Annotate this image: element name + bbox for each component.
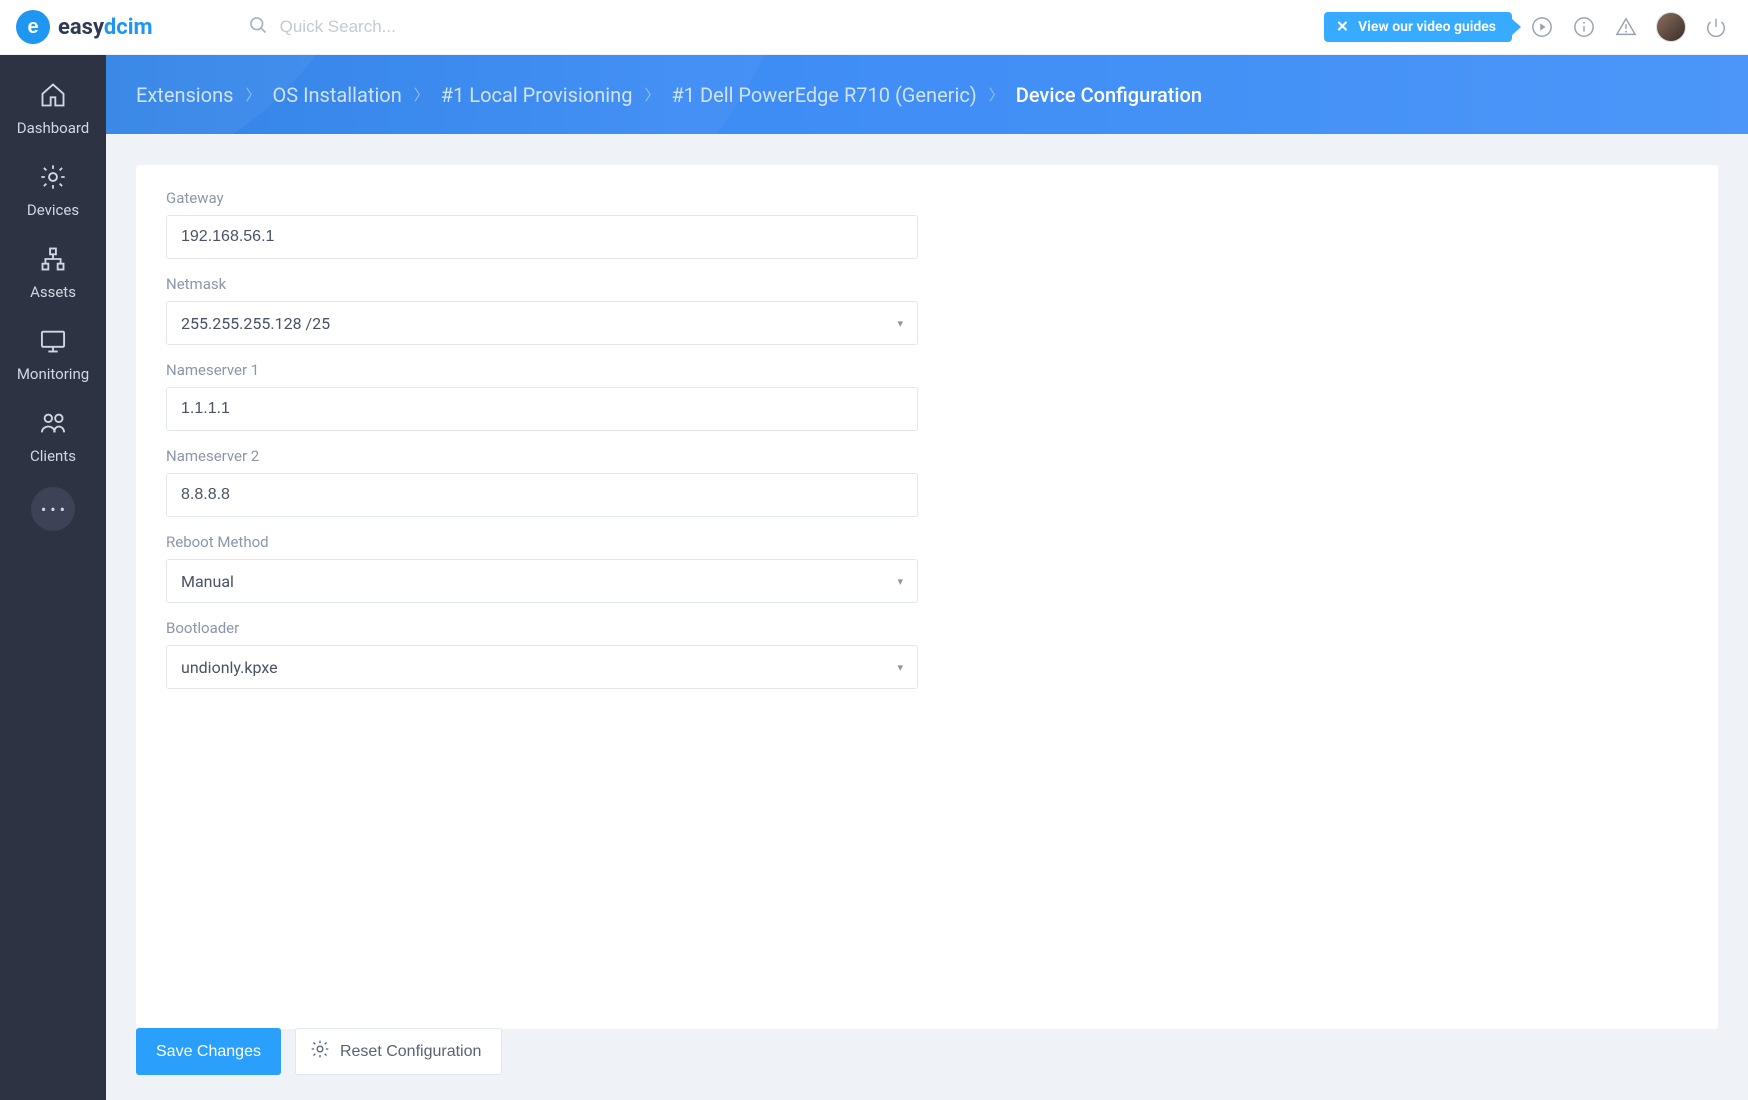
field-label: Netmask [166,275,918,293]
field-nameserver1: Nameserver 1 [166,361,918,431]
video-guides-button[interactable]: ✕ View our video guides [1324,12,1512,42]
sidebar-item-label: Devices [27,201,79,219]
home-icon [39,81,67,113]
select-value: 255.255.255.128 /25 [181,314,330,333]
field-label: Nameserver 1 [166,361,918,379]
reset-label: Reset Configuration [340,1043,481,1061]
sidebar-item-label: Dashboard [17,119,90,137]
assets-icon [39,245,67,277]
sidebar: Dashboard Devices Assets Monitoring Clie… [0,55,106,1100]
field-reboot-method: Reboot Method Manual [166,533,918,603]
chevron-right-icon: 〉 [989,84,1004,105]
netmask-select[interactable]: 255.255.255.128 /25 [166,301,918,345]
reset-button[interactable]: Reset Configuration [295,1028,502,1075]
video-guides-label: View our video guides [1358,19,1496,35]
more-menu-button[interactable]: • • • [31,487,75,531]
logo-text-a: easy [58,15,104,40]
gear-icon [310,1039,330,1064]
logo[interactable]: e easydcim [16,10,153,44]
select-value: Manual [181,572,234,591]
bootloader-select[interactable]: undionly.kpxe [166,645,918,689]
sidebar-item-label: Clients [30,447,76,465]
dots-icon: • • • [41,500,65,519]
action-bar: Save Changes Reset Configuration [136,1028,1718,1075]
clients-icon [39,409,67,441]
sidebar-item-clients[interactable]: Clients [0,397,106,475]
gateway-input[interactable] [166,215,918,259]
chevron-right-icon: 〉 [414,84,429,105]
sidebar-item-label: Assets [30,283,76,301]
play-icon[interactable] [1530,15,1554,39]
field-label: Reboot Method [166,533,918,551]
sidebar-item-devices[interactable]: Devices [0,151,106,229]
field-label: Bootloader [166,619,918,637]
sidebar-item-dashboard[interactable]: Dashboard [0,69,106,147]
field-netmask: Netmask 255.255.255.128 /25 [166,275,918,345]
breadcrumb-link[interactable]: Extensions [136,83,233,107]
breadcrumb-link[interactable]: #1 Local Provisioning [441,83,633,107]
breadcrumb-link[interactable]: #1 Dell PowerEdge R710 (Generic) [671,83,976,107]
alert-icon[interactable] [1614,15,1638,39]
close-icon[interactable]: ✕ [1336,20,1349,35]
select-value: undionly.kpxe [181,658,278,677]
search-input[interactable] [280,17,540,37]
chevron-right-icon: 〉 [644,84,659,105]
power-icon[interactable] [1704,15,1728,39]
form-card: Gateway Netmask 255.255.255.128 /25 Name… [136,165,1718,1029]
sidebar-item-assets[interactable]: Assets [0,233,106,311]
logo-text-b: dcim [104,15,153,40]
field-bootloader: Bootloader undionly.kpxe [166,619,918,689]
chevron-right-icon: 〉 [245,84,260,105]
sidebar-item-label: Monitoring [17,365,89,383]
info-icon[interactable] [1572,15,1596,39]
save-button[interactable]: Save Changes [136,1028,281,1075]
gear-icon [39,163,67,195]
avatar[interactable] [1656,12,1686,42]
field-gateway: Gateway [166,189,918,259]
global-search[interactable] [248,15,540,39]
logo-mark-icon: e [16,10,50,44]
monitor-icon [39,327,67,359]
nameserver2-input[interactable] [166,473,918,517]
breadcrumb-current: Device Configuration [1016,83,1202,107]
search-icon [248,15,268,39]
topbar-right: ✕ View our video guides [1324,12,1728,42]
breadcrumb-link[interactable]: OS Installation [272,83,401,107]
sidebar-item-monitoring[interactable]: Monitoring [0,315,106,393]
topbar: e easydcim ✕ View our video guides [0,0,1748,55]
reboot-method-select[interactable]: Manual [166,559,918,603]
breadcrumb: Extensions 〉 OS Installation 〉 #1 Local … [106,55,1748,134]
nameserver1-input[interactable] [166,387,918,431]
main: Extensions 〉 OS Installation 〉 #1 Local … [106,55,1748,1100]
field-label: Nameserver 2 [166,447,918,465]
field-nameserver2: Nameserver 2 [166,447,918,517]
field-label: Gateway [166,189,918,207]
